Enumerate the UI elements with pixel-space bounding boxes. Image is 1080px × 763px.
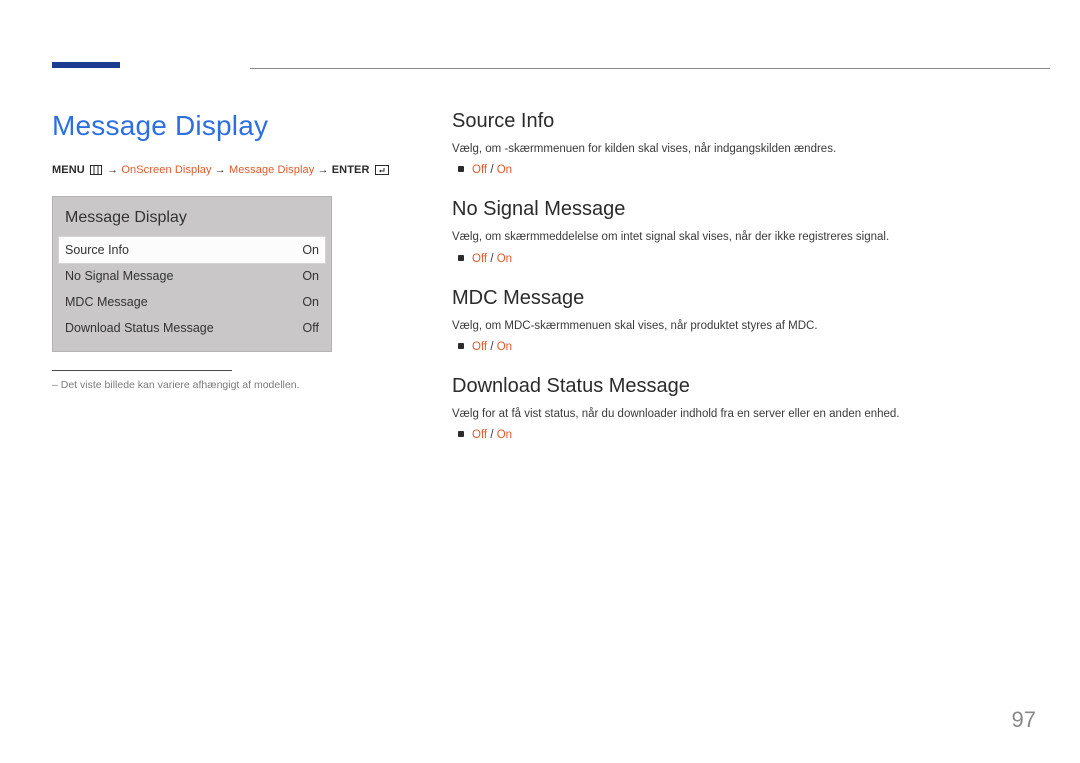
option-on: On (497, 164, 512, 176)
bullet-icon (458, 431, 464, 437)
bullet-icon (458, 343, 464, 349)
option-on: On (497, 341, 512, 353)
osd-row: Download Status Message Off (53, 315, 331, 341)
page-number: 97 (1012, 707, 1036, 733)
section-options: Off / On (452, 253, 1018, 265)
section: No Signal Message Vælg, om skærmmeddelels… (452, 198, 1018, 264)
section-options: Off / On (452, 429, 1018, 441)
breadcrumb-path-2: Message Display (229, 164, 314, 176)
osd-row: No Signal Message On (53, 263, 331, 289)
breadcrumb-arrow: → (107, 164, 118, 176)
option-on: On (497, 253, 512, 265)
osd-title: Message Display (53, 205, 331, 237)
section-heading: MDC Message (452, 287, 1018, 310)
footnote-text: – Det viste billede kan variere afhængig… (52, 379, 392, 391)
osd-row-label: No Signal Message (65, 269, 173, 283)
page-title: Message Display (52, 110, 392, 142)
section: MDC Message Vælg, om MDC-skærmmenuen skal… (452, 287, 1018, 353)
osd-row-label: MDC Message (65, 295, 148, 309)
section-desc: Vælg, om MDC-skærmmenuen skal vises, når… (452, 318, 1018, 335)
option-off: Off (472, 164, 487, 176)
option-off: Off (472, 429, 487, 441)
enter-icon (375, 165, 389, 178)
section-options: Off / On (452, 341, 1018, 353)
section-desc: Vælg for at få vist status, når du downl… (452, 406, 1018, 423)
osd-row-label: Download Status Message (65, 321, 214, 335)
breadcrumb-menu: MENU (52, 164, 85, 176)
section-desc: Vælg, om -skærmmenuen for kilden skal vi… (452, 141, 1018, 158)
section: Download Status Message Vælg for at få vi… (452, 375, 1018, 441)
osd-row-label: Source Info (65, 243, 129, 257)
breadcrumb-enter: ENTER (332, 164, 370, 176)
bullet-icon (458, 166, 464, 172)
option-sep: / (487, 164, 497, 176)
section-desc: Vælg, om skærmmeddelelse om intet signal… (452, 229, 1018, 246)
breadcrumb-arrow: → (317, 164, 328, 176)
bullet-icon (458, 255, 464, 261)
header-rule (250, 68, 1050, 69)
breadcrumb: MENU → OnScreen Display → Message Displa… (52, 164, 392, 178)
osd-row: MDC Message On (53, 289, 331, 315)
breadcrumb-path-1: OnScreen Display (121, 164, 211, 176)
footnote-rule (52, 370, 232, 371)
osd-row: Source Info On (59, 237, 325, 263)
osd-row-value: On (302, 269, 319, 283)
osd-preview-panel: Message Display Source InfoOnNo Signal M… (52, 196, 332, 352)
section-heading: Download Status Message (452, 375, 1018, 398)
section-options: Off / On (452, 164, 1018, 176)
section: Source Info Vælg, om -skærmmenuen for kil… (452, 110, 1018, 176)
osd-row-value: Off (303, 321, 319, 335)
section-heading: No Signal Message (452, 198, 1018, 221)
osd-row-value: On (302, 243, 319, 257)
osd-row-value: On (302, 295, 319, 309)
option-off: Off (472, 253, 487, 265)
breadcrumb-arrow: → (215, 164, 226, 176)
section-heading: Source Info (452, 110, 1018, 133)
option-off: Off (472, 341, 487, 353)
header-accent-bar (52, 62, 120, 68)
menu-icon (90, 165, 102, 178)
option-sep: / (487, 253, 497, 265)
option-sep: / (487, 429, 497, 441)
option-on: On (497, 429, 512, 441)
option-sep: / (487, 341, 497, 353)
